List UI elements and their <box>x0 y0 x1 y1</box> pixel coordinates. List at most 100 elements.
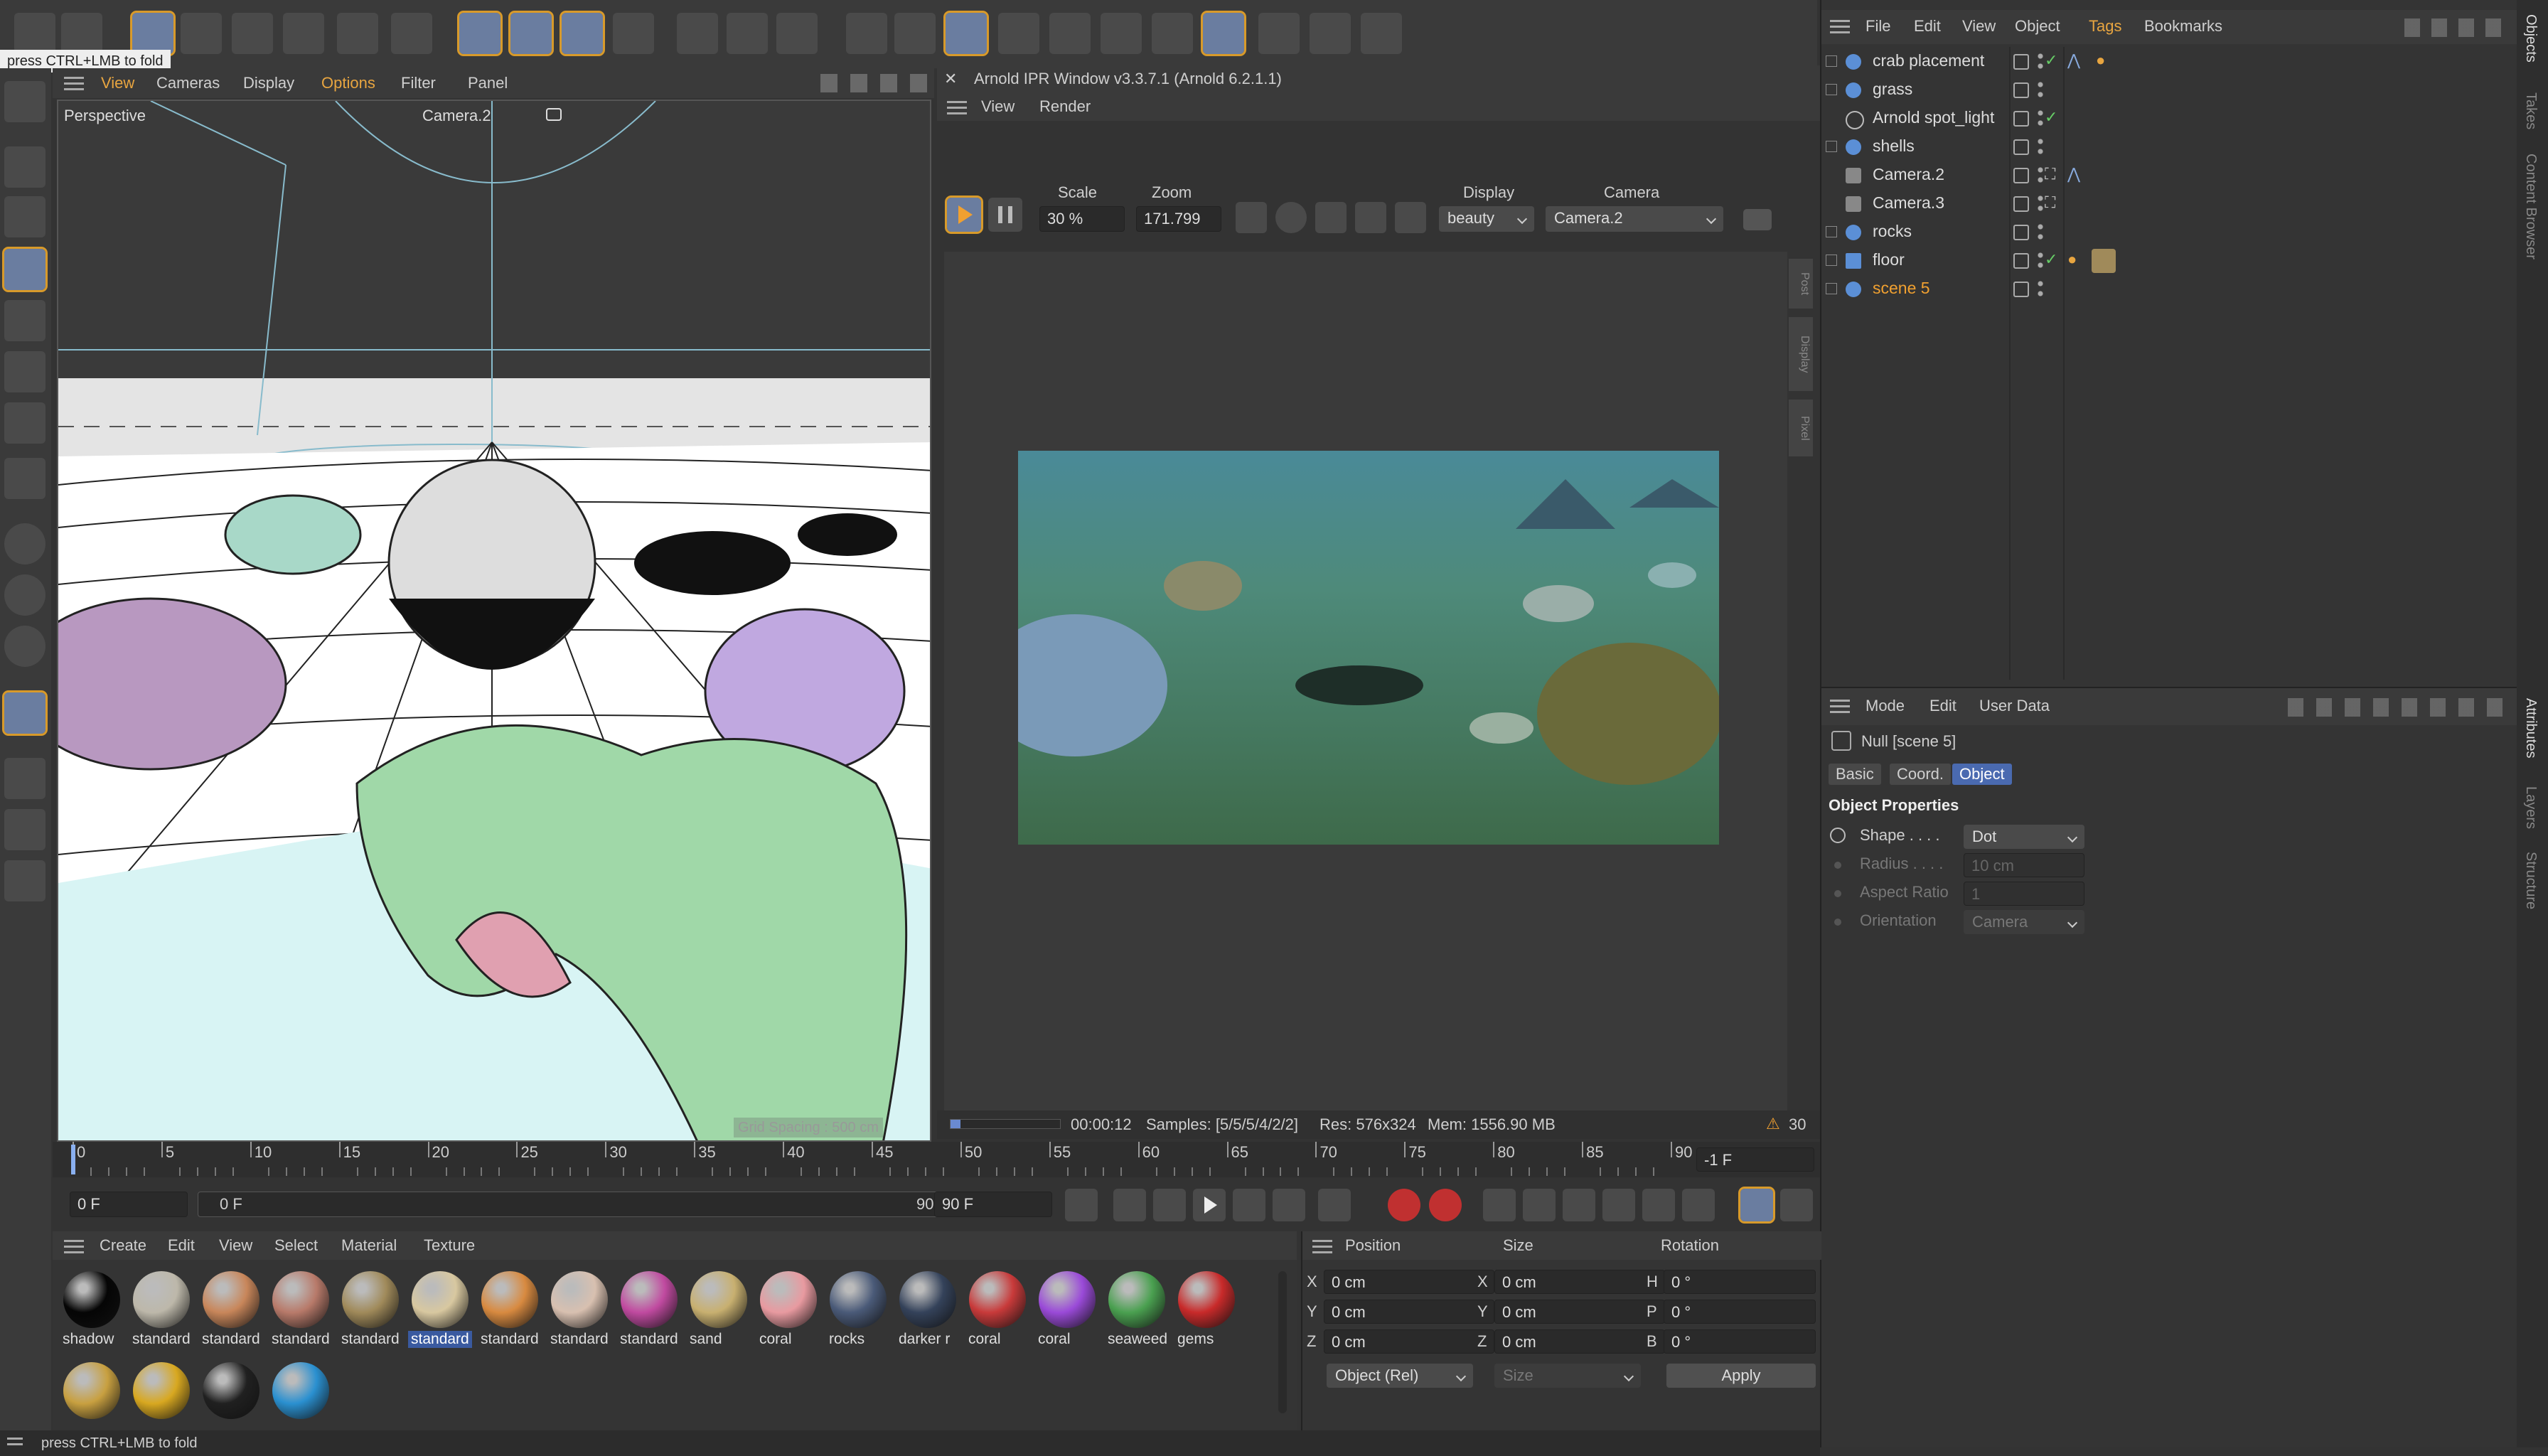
z-axis-icon[interactable] <box>560 11 605 56</box>
y-axis-icon[interactable] <box>508 11 554 56</box>
ipr-tab-pixel[interactable]: Pixel <box>1789 400 1813 456</box>
ipr-menu-icon[interactable] <box>947 101 967 115</box>
material-swatch[interactable] <box>129 1359 193 1422</box>
workplane-icon[interactable] <box>4 758 46 799</box>
ipr-menu-view[interactable]: View <box>981 97 1015 116</box>
deformer-icon[interactable] <box>1152 13 1193 54</box>
ipr-close-icon[interactable]: ✕ <box>944 70 957 88</box>
visibility-checkbox[interactable] <box>2013 111 2029 127</box>
record-keys-icon[interactable] <box>1388 1189 1420 1221</box>
material-tag-icon[interactable]: ● <box>2096 51 2105 70</box>
camera-target-tag-icon[interactable]: ⛶ <box>2045 193 2055 212</box>
object-row[interactable]: grass <box>1820 75 2517 104</box>
object-row[interactable]: floor ✓ ● <box>1820 246 2517 274</box>
start-frame-field[interactable]: 0 F <box>70 1192 188 1217</box>
scale-icon[interactable] <box>232 13 273 54</box>
magnet-icon[interactable] <box>2 690 48 736</box>
shape-radio-icon[interactable] <box>1830 828 1846 843</box>
light-icon[interactable] <box>1361 13 1402 54</box>
ipr-brush-icon[interactable] <box>1395 202 1426 233</box>
shape-dropdown[interactable]: Dot <box>1964 825 2084 849</box>
material-swatch[interactable]: gems <box>1174 1268 1238 1348</box>
tab-basic[interactable]: Basic <box>1829 764 1881 785</box>
tab-structure[interactable]: Structure <box>2522 852 2539 909</box>
object-menu-tags[interactable]: Tags <box>2089 17 2121 36</box>
locked-workplane-icon[interactable] <box>4 860 46 901</box>
expand-icon[interactable] <box>1826 226 1837 237</box>
go-to-start-icon[interactable] <box>1065 1189 1098 1221</box>
enabled-check-icon[interactable]: ✓ <box>2045 51 2057 70</box>
current-frame-field[interactable]: -1 F <box>1696 1147 1814 1172</box>
coord-mode-dropdown[interactable]: Object (Rel) <box>1327 1364 1473 1388</box>
pos-z-field[interactable]: 0 cm <box>1324 1329 1494 1354</box>
material-swatch[interactable]: standard <box>199 1268 263 1348</box>
size-z-field[interactable]: 0 cm <box>1494 1329 1665 1354</box>
render-picture-viewer-icon[interactable] <box>727 13 768 54</box>
key-rotation-icon[interactable] <box>1602 1189 1635 1221</box>
render-dots-icon[interactable] <box>2038 136 2043 156</box>
ipr-snapshot-icon[interactable] <box>1743 209 1772 230</box>
tab-coord[interactable]: Coord. <box>1890 764 1952 785</box>
key-pla-icon[interactable] <box>1682 1189 1715 1221</box>
ipr-menu-render[interactable]: Render <box>1039 97 1091 116</box>
next-frame-icon[interactable] <box>1233 1189 1265 1221</box>
visibility-checkbox[interactable] <box>2013 282 2029 297</box>
object-row[interactable]: shells <box>1820 132 2517 161</box>
object-row[interactable]: Camera.3 ⛶ <box>1820 189 2517 218</box>
material-swatch[interactable]: standard <box>547 1268 611 1348</box>
ipr-overlay-icon[interactable] <box>1355 202 1386 233</box>
material-swatch[interactable]: darker r <box>896 1268 960 1348</box>
snap-settings-icon[interactable] <box>4 574 46 616</box>
model-mode-icon[interactable] <box>4 146 46 188</box>
material-swatch[interactable]: sand <box>687 1268 751 1348</box>
tab-attributes[interactable]: Attributes <box>2522 698 2539 758</box>
material-swatch[interactable] <box>60 1359 124 1422</box>
visibility-checkbox[interactable] <box>2013 82 2029 98</box>
end-frame-field[interactable]: 90 F <box>934 1192 1052 1217</box>
material-swatch[interactable]: standard <box>129 1268 193 1348</box>
material-menu-view[interactable]: View <box>219 1236 252 1255</box>
material-swatch[interactable]: shadow <box>60 1268 124 1348</box>
tab-object[interactable]: Object <box>1952 764 2012 785</box>
expand-icon[interactable] <box>1826 141 1837 152</box>
texture-mode-icon[interactable] <box>4 196 46 237</box>
warning-icon[interactable]: ⚠ <box>1766 1115 1780 1133</box>
attribute-menu-icon[interactable] <box>1830 700 1850 714</box>
attribute-menu-user-data[interactable]: User Data <box>1979 697 2050 715</box>
visibility-checkbox[interactable] <box>2013 54 2029 70</box>
visibility-checkbox[interactable] <box>2013 168 2029 183</box>
floor-icon[interactable] <box>1258 13 1300 54</box>
snap-icon[interactable] <box>4 523 46 564</box>
cube-icon[interactable] <box>846 13 887 54</box>
viewport-menu-options[interactable]: Options <box>321 74 375 92</box>
attribute-menu-mode[interactable]: Mode <box>1866 697 1905 715</box>
camera-icon[interactable] <box>1310 13 1351 54</box>
material-swatch[interactable]: standard <box>617 1268 681 1348</box>
ipr-scale-field[interactable]: 30 % <box>1039 206 1125 232</box>
psr-icon[interactable] <box>337 13 378 54</box>
material-swatch[interactable]: coral <box>1035 1268 1099 1348</box>
next-key-icon[interactable] <box>1273 1189 1305 1221</box>
play-icon[interactable] <box>1193 1189 1226 1221</box>
tab-content-browser[interactable]: Content Browser <box>2522 154 2539 259</box>
tab-takes[interactable]: Takes <box>2522 92 2539 129</box>
visibility-checkbox[interactable] <box>2013 196 2029 212</box>
size-x-field[interactable]: 0 cm <box>1494 1270 1665 1294</box>
expand-icon[interactable] <box>1826 283 1837 294</box>
viewport-menu-display[interactable]: Display <box>243 74 294 92</box>
render-settings-icon[interactable] <box>776 13 818 54</box>
object-row[interactable]: Camera.2 ⛶ ⋀ <box>1820 161 2517 189</box>
object-row[interactable]: crab placement ✓ ⋀ ● <box>1820 47 2517 75</box>
status-menu-icon[interactable] <box>7 1438 23 1449</box>
object-menu-file[interactable]: File <box>1866 17 1890 36</box>
world-coords-icon[interactable] <box>613 13 654 54</box>
key-parameter-icon[interactable] <box>1642 1189 1675 1221</box>
material-menu-create[interactable]: Create <box>100 1236 146 1255</box>
viewport-menu-filter[interactable]: Filter <box>401 74 436 92</box>
autokey-icon[interactable] <box>1429 1189 1462 1221</box>
material-menu-select[interactable]: Select <box>274 1236 318 1255</box>
size-y-field[interactable]: 0 cm <box>1494 1300 1665 1324</box>
render-dots-icon[interactable] <box>2038 165 2043 185</box>
object-menu-object[interactable]: Object <box>2015 17 2060 36</box>
material-scrollbar[interactable] <box>1278 1271 1287 1413</box>
